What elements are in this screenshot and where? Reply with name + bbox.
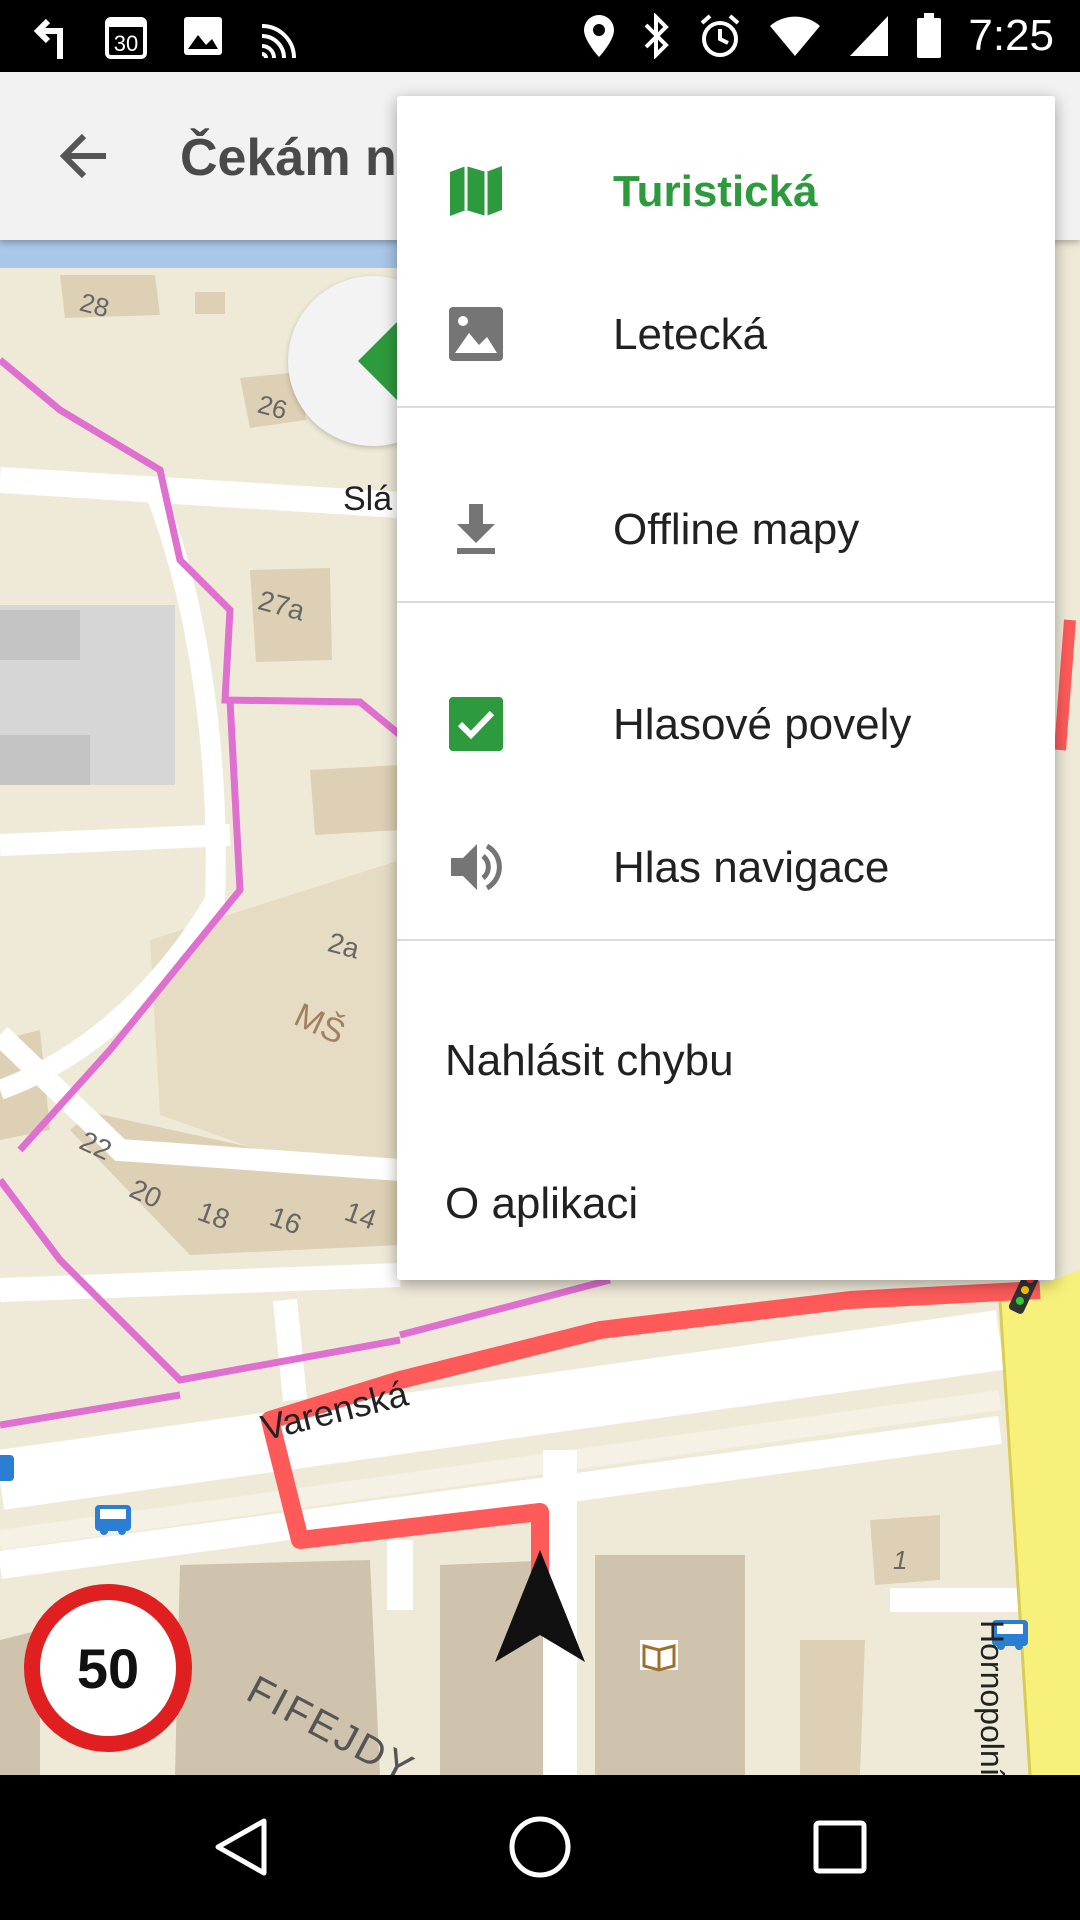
menu-divider <box>397 601 1055 603</box>
bus-stop-icon <box>95 1505 131 1535</box>
location-icon <box>584 15 615 57</box>
page-title: Čekám na <box>180 129 426 187</box>
menu-item-nahlasit-chybu[interactable]: Nahlásit chybu <box>397 989 1055 1132</box>
menu-item-hlas-navigace[interactable]: Hlas navigace <box>397 796 1055 939</box>
menu-item-label: Hlas navigace <box>613 842 890 892</box>
map-label-street: Slá <box>343 480 393 518</box>
volume-icon <box>451 843 502 891</box>
calendar-30-icon: 30 <box>105 17 147 59</box>
bluetooth-icon <box>644 13 670 59</box>
menu-item-label: Hlasové povely <box>613 699 912 749</box>
nav-back-button[interactable] <box>210 1815 274 1879</box>
svg-text:30: 30 <box>114 31 138 56</box>
signal-icon <box>850 16 889 56</box>
menu-item-label: Nahlásit chybu <box>445 1035 734 1085</box>
menu-divider <box>397 406 1055 408</box>
map-label-street-hornopolni: Hornopolní <box>974 1620 1010 1775</box>
download-icon <box>457 504 495 554</box>
menu-item-offline-mapy[interactable]: Offline mapy <box>397 458 1055 601</box>
system-nav-bar <box>0 1775 1080 1920</box>
map-icon <box>450 166 502 216</box>
status-bar: 30 7:25 <box>0 0 1080 72</box>
menu-divider <box>397 939 1055 941</box>
turn-left-icon <box>33 18 63 59</box>
menu-item-letecka[interactable]: Letecká <box>397 263 1055 406</box>
speed-limit-sign: 50 <box>24 1584 192 1752</box>
menu-item-hlasove-povely[interactable]: Hlasové povely <box>397 653 1055 796</box>
overflow-menu: Turistická Letecká Offline mapy Hlasové … <box>397 96 1055 1280</box>
menu-item-o-aplikaci[interactable]: O aplikaci <box>397 1132 1055 1275</box>
arrow-back-icon <box>59 133 106 179</box>
clock: 7:25 <box>968 11 1054 60</box>
menu-item-label: O aplikaci <box>445 1178 639 1228</box>
cast-icon <box>261 24 296 58</box>
checkbox-checked-icon[interactable] <box>447 695 505 753</box>
map-label-house-number: 1 <box>893 1545 908 1575</box>
battery-icon <box>917 13 942 58</box>
photo-icon <box>449 307 503 361</box>
nav-home-button[interactable] <box>506 1813 574 1881</box>
nav-recents-button[interactable] <box>810 1817 870 1877</box>
image-icon <box>184 17 222 55</box>
menu-item-label: Offline mapy <box>613 504 860 554</box>
menu-item-label: Turistická <box>613 166 818 216</box>
alarm-icon <box>701 14 740 57</box>
wifi-icon <box>770 16 821 56</box>
menu-item-turisticka[interactable]: Turistická <box>397 120 1055 263</box>
menu-item-label: Letecká <box>613 309 768 359</box>
back-button[interactable] <box>52 124 116 188</box>
library-icon <box>640 1640 678 1672</box>
bus-stop-icon <box>0 1455 14 1481</box>
